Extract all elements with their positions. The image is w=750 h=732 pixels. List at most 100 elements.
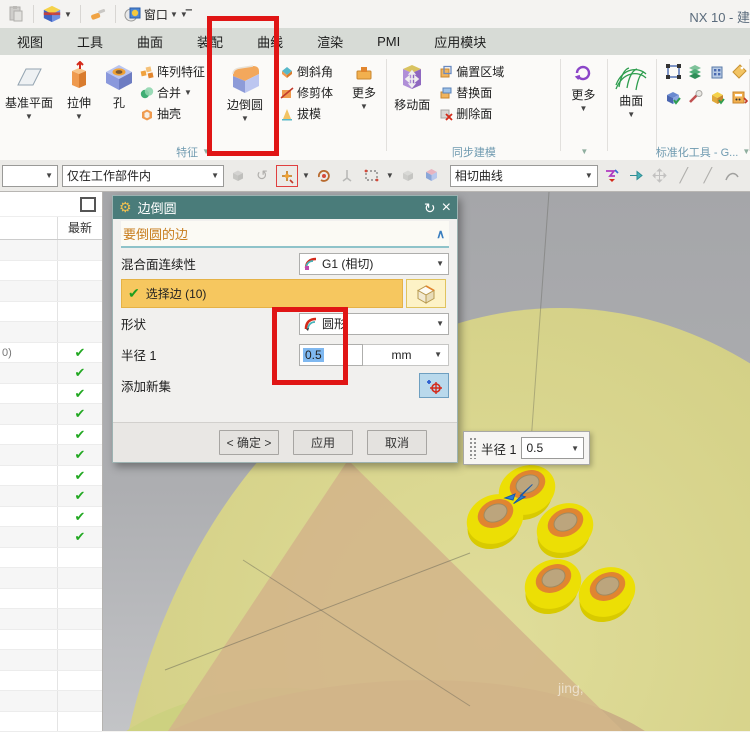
brush-icon[interactable] — [86, 4, 110, 24]
tag-tool-icon[interactable] — [731, 63, 748, 83]
select-edge-row[interactable]: ✔ 选择边 (10) — [121, 279, 403, 308]
radius-value-field[interactable]: 0.5 ▼ — [521, 437, 584, 459]
tab-pmi[interactable]: PMI — [360, 29, 417, 54]
view-cube-icon[interactable] — [422, 166, 442, 186]
selection-scope-combo[interactable]: 仅在工作部件内▼ — [62, 165, 224, 187]
intersection-stop-icon[interactable] — [602, 166, 622, 186]
feature-more-button[interactable]: 更多▼ — [344, 59, 384, 111]
table-row[interactable]: 0)✔ — [0, 343, 102, 364]
line-tool-icon[interactable]: ╱ — [674, 166, 694, 186]
box-tool-icon[interactable] — [709, 89, 726, 109]
surface-button[interactable]: 曲面▼ — [608, 59, 654, 119]
table-row[interactable] — [0, 609, 102, 630]
table-row[interactable] — [0, 548, 102, 569]
unite-button[interactable]: 合并▼ — [140, 84, 210, 101]
tab-render[interactable]: 渲染 — [300, 27, 360, 56]
highlighted-blend-edge[interactable] — [576, 564, 640, 622]
table-row[interactable]: ✔ — [0, 404, 102, 425]
delete-face-button[interactable]: 删除面 — [439, 105, 513, 122]
offset-region-button[interactable]: 偏置区域 — [439, 63, 513, 80]
frame-tool-icon[interactable] — [665, 63, 682, 83]
shell-button[interactable]: 抽壳 — [140, 105, 210, 122]
float-panel-button[interactable] — [80, 197, 96, 212]
add-new-set-button[interactable] — [419, 373, 449, 398]
section-edges-to-blend[interactable]: 要倒圆的边 ∧ — [121, 221, 449, 248]
navigator-column-latest[interactable]: 最新 — [58, 217, 102, 239]
draft-button[interactable]: 拔模 — [280, 105, 342, 122]
reset-button[interactable]: ↻ — [424, 201, 436, 215]
window-menu[interactable]: 窗口 ▼ ▼▔ — [121, 4, 193, 24]
ok-button[interactable]: < 确定 > — [219, 430, 279, 455]
table-row[interactable] — [0, 240, 102, 261]
calculator-tool-icon[interactable] — [731, 89, 748, 109]
window-menu-label[interactable]: 窗口 — [144, 6, 168, 23]
unit-dropdown[interactable]: mm ▼ — [363, 344, 449, 366]
trim-body-button[interactable]: 修剪体 — [280, 84, 342, 101]
table-row[interactable] — [0, 589, 102, 610]
orient-icon[interactable] — [314, 166, 334, 186]
follow-arrow-icon[interactable] — [626, 166, 646, 186]
pattern-feature-button[interactable]: 阵列特征 — [140, 63, 210, 80]
continuity-dropdown[interactable]: G1 (相切) ▼ — [299, 253, 449, 275]
radius-input[interactable]: 0.5 — [299, 344, 363, 366]
customize-toolbar-arrow[interactable]: ▼▔ — [180, 10, 190, 19]
drag-handle[interactable] — [469, 437, 476, 459]
save-button[interactable]: ▼ — [39, 3, 75, 25]
rollback-icon[interactable]: ↺ — [252, 166, 272, 186]
table-row[interactable] — [0, 322, 102, 343]
replace-face-button[interactable]: 替换面 — [439, 84, 513, 101]
sync-more-button[interactable]: 更多▼ — [561, 59, 605, 113]
table-row[interactable] — [0, 261, 102, 282]
table-row[interactable] — [0, 691, 102, 712]
group-dialog-launcher[interactable]: ▼ — [202, 147, 210, 156]
group-dialog-launcher[interactable]: ▼ — [580, 147, 588, 156]
check-tool-icon[interactable] — [665, 89, 682, 109]
wcs-icon[interactable] — [338, 166, 358, 186]
table-row[interactable] — [0, 568, 102, 589]
rectangle-select-icon[interactable] — [362, 166, 382, 186]
highlighted-blend-edge[interactable] — [534, 500, 598, 558]
cancel-button[interactable]: 取消 — [367, 430, 427, 455]
table-row[interactable]: ✔ — [0, 363, 102, 384]
layers-tool-icon[interactable] — [687, 63, 704, 83]
highlight-faces-icon[interactable] — [228, 166, 248, 186]
table-row[interactable]: ✔ — [0, 466, 102, 487]
direction-arrow[interactable] — [501, 476, 541, 510]
tab-view[interactable]: 视图 — [0, 27, 60, 56]
select-dropdown-arrow[interactable]: ▼ — [386, 171, 394, 180]
window-dropdown-arrow[interactable]: ▼ — [170, 10, 178, 19]
table-row[interactable] — [0, 671, 102, 692]
tab-assembly[interactable]: 装配 — [180, 27, 240, 56]
arc-tool-icon[interactable] — [722, 166, 742, 186]
table-row[interactable]: ✔ — [0, 527, 102, 548]
line2-tool-icon[interactable]: ╱ — [698, 166, 718, 186]
selection-filter-combo[interactable]: ▼ — [2, 165, 58, 187]
tab-tools[interactable]: 工具 — [60, 27, 120, 56]
chevron-up-icon[interactable]: ∧ — [436, 227, 449, 241]
table-row[interactable] — [0, 281, 102, 302]
table-row[interactable]: ✔ — [0, 445, 102, 466]
table-row[interactable] — [0, 712, 102, 732]
table-row[interactable]: ✔ — [0, 507, 102, 528]
snap-dropdown-arrow[interactable]: ▼ — [302, 171, 310, 180]
dialog-titlebar[interactable]: ⚙ 边倒圆 ↻ × — [113, 196, 457, 219]
datum-plane-button[interactable]: 基准平面▼ — [0, 59, 58, 121]
shaded-view-icon[interactable] — [398, 166, 418, 186]
table-row[interactable] — [0, 302, 102, 323]
close-icon[interactable]: × — [442, 201, 451, 215]
save-dropdown-arrow[interactable]: ▼ — [64, 10, 72, 19]
curve-rule-combo[interactable]: 相切曲线▼ — [450, 165, 598, 187]
building-tool-icon[interactable] — [709, 63, 726, 83]
table-row[interactable] — [0, 630, 102, 651]
hole-button[interactable]: 孔 — [100, 59, 138, 111]
snap-point-toggle[interactable] — [276, 165, 298, 187]
move-handles-icon[interactable] — [650, 166, 670, 186]
wrench-tool-icon[interactable] — [687, 89, 704, 109]
table-row[interactable]: ✔ — [0, 486, 102, 507]
shape-dropdown[interactable]: 圆形 ▼ — [299, 313, 449, 335]
tab-curve[interactable]: 曲线 — [240, 27, 300, 56]
navigator-column-name[interactable] — [0, 217, 58, 239]
table-row[interactable]: ✔ — [0, 425, 102, 446]
apply-button[interactable]: 应用 — [293, 430, 353, 455]
table-row[interactable]: ✔ — [0, 384, 102, 405]
